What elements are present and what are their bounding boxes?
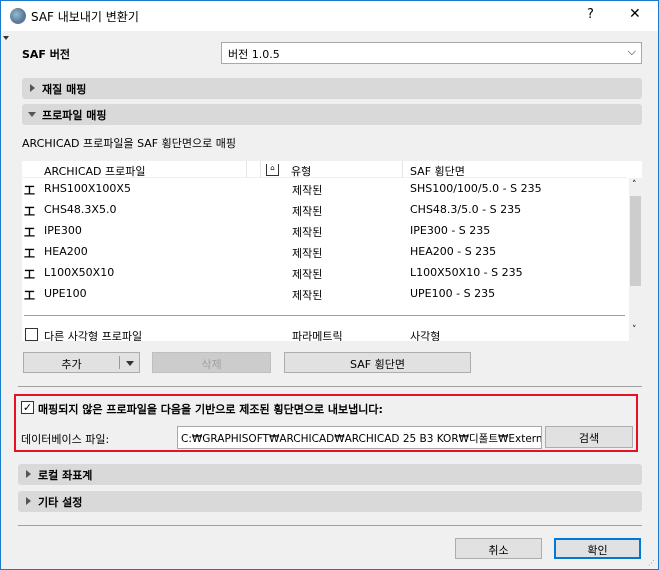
table-row[interactable]: 工 UPE100 제작된 UPE100 - S 235 [22, 284, 627, 305]
divider [18, 525, 642, 526]
export-unmapped-checkbox[interactable]: ✓ [21, 401, 34, 414]
row-type: 제작된 [292, 184, 323, 197]
section-profile-mapping[interactable]: 프로파일 매핑 [22, 104, 642, 125]
corner-marker-icon [3, 36, 9, 40]
saf-version-label: SAF 버전 [22, 48, 71, 61]
divider [18, 386, 642, 387]
column-divider [402, 161, 403, 178]
split-divider [119, 356, 120, 369]
row-type: 제작된 [292, 247, 323, 260]
profile-icon: 工 [24, 247, 35, 260]
section-other-settings[interactable]: 기타 설정 [18, 491, 642, 512]
add-button[interactable]: 추가 [23, 352, 140, 373]
table-row-other[interactable]: 다른 사각형 프로파일 파라메트릭 사각형 [22, 325, 627, 341]
browse-button[interactable]: 검색 [545, 426, 633, 448]
ok-button[interactable]: 확인 [554, 538, 641, 559]
database-file-input[interactable]: C:₩GRAPHISOFT₩ARCHICAD₩ARCHICAD 25 B3 KO… [177, 426, 542, 449]
row-name: 다른 사각형 프로파일 [44, 330, 143, 341]
help-button[interactable]: ? [587, 7, 594, 22]
table-row[interactable]: 工 IPE300 제작된 IPE300 - S 235 [22, 221, 627, 242]
cancel-button[interactable]: 취소 [455, 538, 542, 559]
table-row[interactable]: 工 HEA200 제작된 HEA200 - S 235 [22, 242, 627, 263]
profile-description: ARCHICAD 프로파일을 SAF 횡단면으로 매핑 [22, 137, 236, 150]
table-row[interactable]: 工 RHS100X100X5 제작된 SHS100/100/5.0 - S 235 [22, 179, 627, 200]
row-name: UPE100 [44, 287, 87, 300]
row-name: L100X50X10 [44, 266, 115, 279]
flag-icon: ⌂ [266, 164, 279, 176]
highlight-box: ✓ 매핑되지 않은 프로파일을 다음을 기반으로 제조된 횡단면으로 내보냅니다… [14, 394, 638, 452]
row-name: IPE300 [44, 224, 82, 237]
saf-version-value: 버전 1.0.5 [228, 48, 280, 61]
section-title: 로컬 좌표계 [38, 469, 93, 482]
column-header-type[interactable]: 유형 [291, 161, 311, 178]
resize-grip-icon[interactable]: ⋰ [648, 559, 655, 567]
dialog-window: SAF 내보내기 변환기 ? ✕ SAF 버전 버전 1.0.5 ⌵ 재질 매핑… [0, 0, 659, 570]
section-material-mapping[interactable]: 재질 매핑 [22, 78, 642, 99]
column-header-name[interactable]: ARCHICAD 프로파일 [44, 161, 145, 178]
column-divider [246, 161, 247, 178]
profile-icon: 工 [24, 289, 35, 302]
scroll-up-icon[interactable]: ˄ [632, 180, 637, 190]
column-divider [260, 161, 261, 178]
expand-arrow-icon [30, 84, 35, 92]
row-type: 제작된 [292, 268, 323, 281]
delete-button[interactable]: 삭제 [152, 352, 271, 373]
close-button[interactable]: ✕ [629, 6, 641, 22]
table-row[interactable]: 工 L100X50X10 제작된 L100X50X10 - S 235 [22, 263, 627, 284]
section-title: 재질 매핑 [42, 83, 87, 96]
row-name: HEA200 [44, 245, 88, 258]
expand-arrow-icon [26, 470, 31, 478]
collapse-arrow-icon [28, 112, 36, 117]
row-saf: L100X50X10 - S 235 [410, 266, 523, 279]
scrollbar-thumb[interactable] [630, 196, 641, 286]
row-saf: IPE300 - S 235 [410, 224, 491, 237]
profile-icon: 工 [24, 226, 35, 239]
row-type: 파라메트릭 [292, 330, 343, 341]
profile-icon: 工 [24, 184, 35, 197]
row-type: 제작된 [292, 226, 323, 239]
scroll-down-icon[interactable]: ˅ [632, 325, 637, 335]
title-bar: SAF 내보내기 변환기 ? ✕ [1, 1, 658, 31]
section-title: 프로파일 매핑 [42, 109, 107, 122]
row-name: RHS100X100X5 [44, 182, 131, 195]
section-title: 기타 설정 [38, 496, 83, 509]
profile-icon: 工 [24, 268, 35, 281]
row-saf: UPE100 - S 235 [410, 287, 496, 300]
saf-section-button[interactable]: SAF 횡단면 [284, 352, 471, 373]
database-file-label: 데이터베이스 파일: [21, 433, 110, 446]
profile-icon: 工 [24, 205, 35, 218]
saf-version-select[interactable]: 버전 1.0.5 ⌵ [221, 42, 642, 64]
profile-mapping-list[interactable]: ARCHICAD 프로파일 ⌂ 유형 SAF 횡단면 工 RHS100X100X5… [22, 161, 642, 341]
dropdown-arrow-icon[interactable] [126, 361, 134, 366]
row-type: 제작된 [292, 205, 323, 218]
other-row-checkbox[interactable] [25, 328, 38, 341]
table-row[interactable]: 工 CHS48.3X5.0 제작된 CHS48.3/5.0 - S 235 [22, 200, 627, 221]
row-type: 제작된 [292, 289, 323, 302]
scrollbar[interactable]: ˄ ˅ [629, 178, 642, 341]
export-unmapped-label: 매핑되지 않은 프로파일을 다음을 기반으로 제조된 횡단면으로 내보냅니다: [38, 403, 383, 416]
add-label: 추가 [61, 358, 82, 371]
row-saf: 사각형 [410, 330, 441, 341]
column-header-saf[interactable]: SAF 횡단면 [410, 161, 465, 178]
row-name: CHS48.3X5.0 [44, 203, 117, 216]
window-title: SAF 내보내기 변환기 [31, 10, 139, 24]
section-local-coordinates[interactable]: 로컬 좌표계 [18, 464, 642, 485]
row-saf: HEA200 - S 235 [410, 245, 497, 258]
expand-arrow-icon [26, 497, 31, 505]
row-saf: CHS48.3/5.0 - S 235 [410, 203, 522, 216]
list-divider [24, 315, 625, 316]
app-icon [10, 8, 26, 24]
chevron-down-icon: ⌵ [627, 45, 636, 58]
row-saf: SHS100/100/5.0 - S 235 [410, 182, 542, 195]
